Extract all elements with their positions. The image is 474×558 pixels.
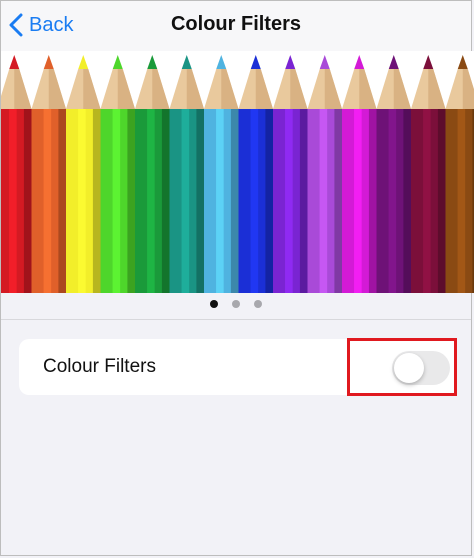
page-dot[interactable] [210,300,218,308]
pencil [204,55,239,293]
pencil [169,55,204,293]
page-indicator[interactable] [1,300,471,314]
navigation-bar: Back Colour Filters [1,1,471,51]
pencil [342,55,377,293]
pencils-illustration [1,55,474,293]
screen: Back Colour Filters Colour Filters [0,0,474,556]
pencil [273,55,308,293]
pencil [376,55,411,293]
pencil [100,55,135,293]
pencil [66,55,101,293]
pencil [135,55,170,293]
pencil [307,55,342,293]
pencil [1,55,32,293]
colour-filters-label: Colour Filters [43,356,156,377]
pencil [238,55,273,293]
page-dot[interactable] [254,300,262,308]
page-dot[interactable] [232,300,240,308]
colour-pencils-preview-image[interactable] [1,51,474,293]
highlight-box [347,338,457,396]
pencil [31,55,66,293]
pencil [411,55,446,293]
separator [1,319,471,320]
page-title: Colour Filters [170,13,301,35]
pencil [445,55,474,293]
